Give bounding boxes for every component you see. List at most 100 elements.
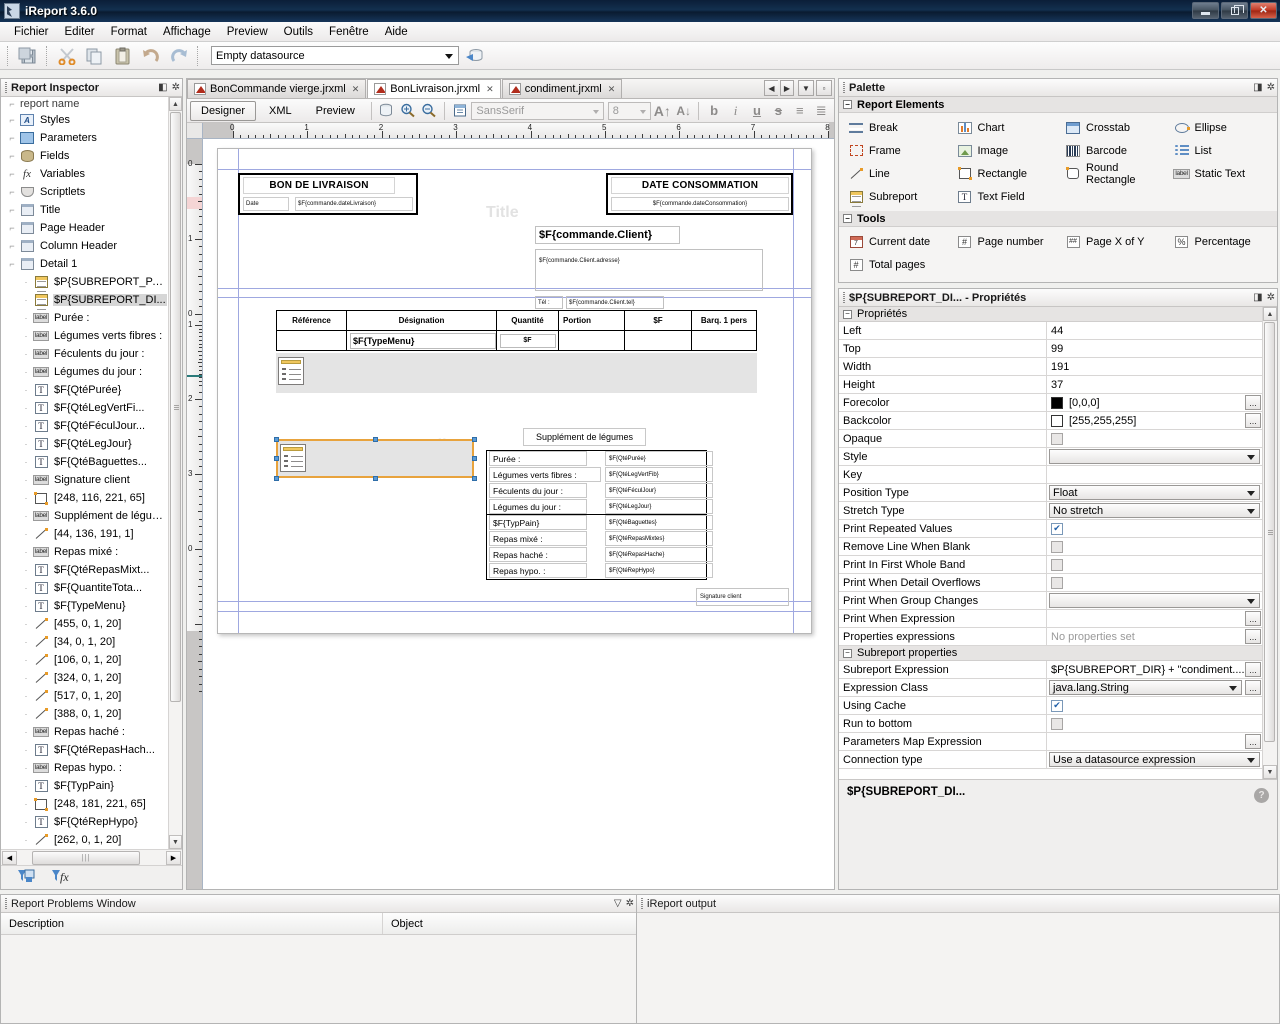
minimize-button[interactable] <box>1192 2 1219 19</box>
property-editor-button[interactable]: ... <box>1245 611 1261 626</box>
view-mode-designer[interactable]: Designer <box>190 100 257 121</box>
tree-item[interactable]: ⌐ Scriptlets <box>1 183 168 201</box>
tab-list-icon[interactable]: ▼ <box>798 80 814 96</box>
scroll-up-icon[interactable]: ▲ <box>169 97 182 111</box>
property-value-cell[interactable]: $P{SUBREPORT_DIR} + "condiment....... <box>1047 661 1262 678</box>
palette-item-crosstab[interactable]: Crosstab <box>1058 116 1167 139</box>
tree-item[interactable]: · T $F{QtéRepHypo} <box>1 813 168 831</box>
palette-item-frame[interactable]: Frame <box>841 139 950 162</box>
property-editor-button[interactable]: ... <box>1245 413 1261 428</box>
tab-scroll-left-icon[interactable]: ◀ <box>764 80 778 96</box>
minimize-panel-icon[interactable]: ◧ <box>158 82 167 93</box>
editor-tabstrip[interactable]: BonCommande vierge.jrxml ✕ BonLivraison.… <box>187 79 834 99</box>
strikethrough-button[interactable]: s <box>769 101 788 121</box>
property-editor-button[interactable]: ... <box>1245 680 1261 695</box>
increase-font-icon[interactable]: A↑ <box>653 101 672 121</box>
property-value-cell[interactable]: Use a datasource expression <box>1047 751 1262 768</box>
tree-item[interactable]: · label Légumes du jour : <box>1 363 168 381</box>
property-checkbox[interactable] <box>1051 540 1063 553</box>
hscroll-track[interactable]: ||| <box>18 850 165 865</box>
property-dropdown[interactable]: No stretch <box>1049 503 1260 518</box>
tree-item[interactable]: ⌐ fx Variables <box>1 165 168 183</box>
property-checkbox[interactable] <box>1051 699 1063 712</box>
decrease-font-icon[interactable]: A↓ <box>674 101 693 121</box>
property-value-cell[interactable] <box>1047 538 1262 555</box>
property-value-cell[interactable]: [255,255,255]... <box>1047 412 1262 429</box>
resize-handle-ne[interactable] <box>472 437 477 442</box>
table-header-row[interactable]: Référence Désignation Quantité Portion $… <box>276 310 757 331</box>
maximize-button[interactable] <box>1221 2 1248 19</box>
collapse-icon[interactable]: − <box>843 214 852 223</box>
property-value-cell[interactable]: No stretch <box>1047 502 1262 519</box>
redo-icon[interactable] <box>166 44 192 68</box>
palette-item-static-text[interactable]: label Static Text <box>1167 162 1276 185</box>
tree-item[interactable]: · T $F{QtéRepasMixt... <box>1 561 168 579</box>
palette-item-chart[interactable]: Chart <box>950 116 1059 139</box>
supplement-row[interactable]: Purée : $F{QtéPurée} <box>487 451 713 467</box>
property-checkbox[interactable] <box>1051 717 1063 730</box>
report-page[interactable]: Title Detail 1 BON DE LIVRAISON Date $F{… <box>217 148 812 634</box>
property-value-cell[interactable] <box>1047 520 1262 537</box>
close-panel-icon[interactable]: ✲ <box>1267 82 1275 93</box>
menu-fichier[interactable]: Fichier <box>6 24 57 40</box>
tree-item[interactable]: · [324, 0, 1, 20] <box>1 669 168 687</box>
window-controls[interactable]: ✕ <box>1192 2 1277 19</box>
tree-item[interactable]: ⌐ Parameters <box>1 129 168 147</box>
supplement-row[interactable]: Repas mixé : $F{QtéRepasMixtes} <box>487 531 713 547</box>
collapse-icon[interactable]: − <box>843 309 852 319</box>
property-value-cell[interactable]: [0,0,0]... <box>1047 394 1262 411</box>
tab-bonlivraison[interactable]: BonLivraison.jrxml ✕ <box>367 79 501 98</box>
palette-section-tools[interactable]: − Tools <box>839 211 1277 227</box>
filter-variables-icon[interactable]: fx <box>51 868 71 887</box>
inspector-horizontal-scrollbar[interactable]: ◀ ||| ▶ <box>1 849 182 865</box>
scrollbar-thumb[interactable] <box>170 112 181 702</box>
tree-item[interactable]: · label Repas haché : <box>1 723 168 741</box>
palette-item-ellipse[interactable]: Ellipse <box>1167 116 1276 139</box>
palette-item-page-number[interactable]: # Page number <box>950 230 1059 253</box>
palette-item-text-field[interactable]: T Text Field <box>950 185 1059 208</box>
palette-item-break[interactable]: Break <box>841 116 950 139</box>
tree-item[interactable]: · $P{SUBREPORT_PA... <box>1 273 168 292</box>
supplement-row[interactable]: Féculents du jour : $F{QtéFéculJour} <box>487 483 713 499</box>
property-value-cell[interactable]: 191 <box>1047 358 1262 375</box>
close-panel-icon[interactable]: ✲ <box>626 898 634 909</box>
properties-vertical-scrollbar[interactable]: ▲ ▼ <box>1262 307 1277 779</box>
tree-item[interactable]: · T $F{QtéFéculJour... <box>1 417 168 435</box>
resize-handle-nw[interactable] <box>274 437 279 442</box>
datasource-select[interactable]: Empty datasource <box>211 46 459 65</box>
property-dropdown[interactable]: Use a datasource expression <box>1049 752 1260 767</box>
supplement-row[interactable]: Légumes verts fibres : $F{QtéLegVertFib} <box>487 467 713 483</box>
property-value-cell[interactable] <box>1047 466 1262 483</box>
close-button[interactable]: ✕ <box>1250 2 1277 19</box>
property-checkbox[interactable] <box>1051 432 1063 445</box>
property-editor-button[interactable]: ... <box>1245 662 1261 677</box>
client-field[interactable]: $F{commande.Client} <box>535 226 680 244</box>
help-icon[interactable]: ? <box>1254 788 1269 803</box>
scroll-down-icon[interactable]: ▼ <box>1263 765 1277 779</box>
tree-item[interactable]: · [455, 0, 1, 20] <box>1 615 168 633</box>
tab-scroll-right-icon[interactable]: ▶ <box>780 80 794 96</box>
palette-item-line[interactable]: Line <box>841 162 950 185</box>
paste-icon[interactable] <box>110 44 136 68</box>
palette-item-barcode[interactable]: Barcode <box>1058 139 1167 162</box>
signature-field[interactable]: Signature client <box>696 588 789 606</box>
property-value-cell[interactable] <box>1047 574 1262 591</box>
tree-item[interactable]: · label Signature client <box>1 471 168 489</box>
color-swatch[interactable] <box>1051 396 1063 409</box>
delivery-note-box[interactable]: BON DE LIVRAISON Date $F{commande.dateLi… <box>238 173 418 215</box>
tree-item[interactable]: · label Légumes verts fibres : <box>1 327 168 345</box>
drag-grip-icon[interactable] <box>843 82 845 93</box>
tab-close-icon[interactable]: ✕ <box>352 84 360 95</box>
tab-condiment[interactable]: condiment.jrxml ✕ <box>501 79 623 98</box>
palette-item-round-rectangle[interactable]: Round Rectangle <box>1058 162 1167 186</box>
menu-affichage[interactable]: Affichage <box>155 24 219 40</box>
tab-navigation[interactable]: ◀ ▶ ▼ ▫ <box>764 80 832 96</box>
tree-item[interactable]: · T $F{TypPain} <box>1 777 168 795</box>
tab-maximize-icon[interactable]: ▫ <box>816 80 832 96</box>
menu-fenetre[interactable]: Fenêtre <box>321 24 377 40</box>
property-value-cell[interactable]: 99 <box>1047 340 1262 357</box>
tree-item[interactable]: ⌐ Title <box>1 201 168 219</box>
tree-item[interactable]: · T $F{QtéBaguettes... <box>1 453 168 471</box>
bold-button[interactable]: b <box>704 101 723 121</box>
filter-icon[interactable]: ▽ <box>614 898 622 909</box>
